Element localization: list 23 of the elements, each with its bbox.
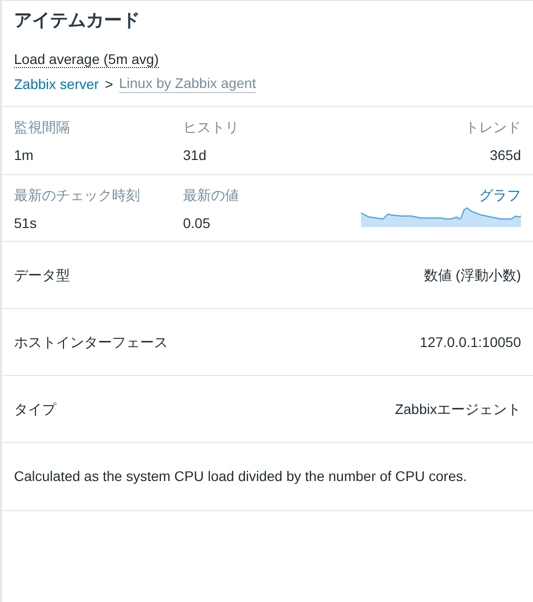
card-title: アイテムカード	[14, 9, 141, 31]
field-label: 監視間隔	[14, 118, 71, 136]
item-description: Calculated as the system CPU load divided by the number of CPU cores.	[14, 467, 467, 486]
attribute-label: タイプ	[14, 400, 56, 418]
field-label: ヒストリ	[183, 118, 240, 136]
field-label: 最新のチェック時刻	[14, 186, 141, 204]
breadcrumb-separator: >	[104, 74, 113, 92]
attribute-label: ホストインターフェース	[14, 332, 168, 352]
host-link[interactable]: Zabbix server	[14, 74, 99, 92]
attribute-label: データ型	[14, 266, 70, 284]
field-value: 0.05	[183, 214, 212, 232]
item-name: Load average (5m avg)	[14, 51, 159, 68]
field-label: 最新の値	[183, 186, 240, 204]
graph-link[interactable]: グラフ	[479, 186, 521, 204]
field-value: 31d	[183, 146, 208, 164]
attribute-value: 127.0.0.1:10050	[420, 332, 521, 352]
attribute-value: Zabbixエージェント	[394, 400, 521, 418]
field-value: 1m	[14, 146, 34, 164]
template-link[interactable]: Linux by Zabbix agent	[119, 74, 256, 93]
field-label: トレンド	[464, 118, 521, 136]
attribute-value: 数値 (浮動小数)	[424, 266, 521, 285]
field-value: 365d	[488, 146, 521, 164]
field-value: 51s	[14, 214, 38, 232]
